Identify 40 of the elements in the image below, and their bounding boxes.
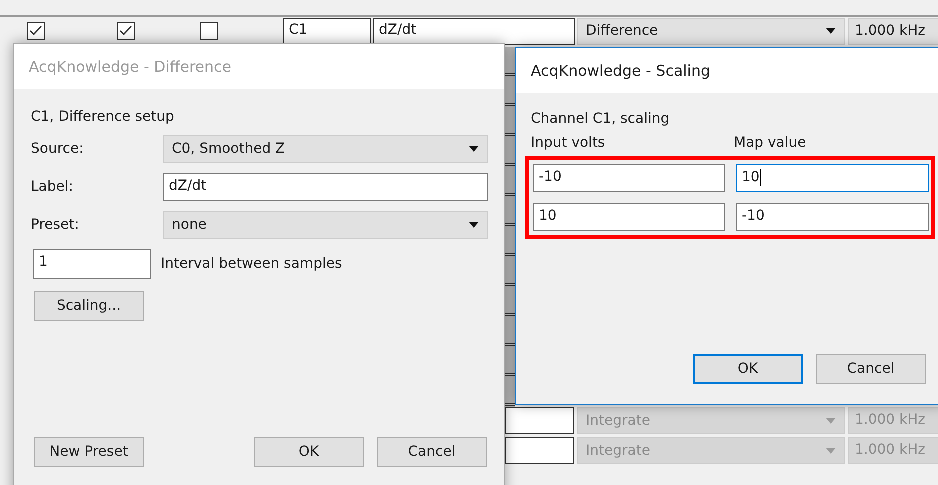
input-field[interactable]: -10 — [533, 164, 725, 192]
rate-cell: 1.000 kHz — [848, 18, 938, 44]
caret-icon — [469, 222, 479, 228]
dialog-button[interactable]: Cancel — [816, 354, 926, 384]
window-title: AcqKnowledge - Difference — [29, 58, 232, 76]
label-cell[interactable] — [505, 437, 574, 464]
caret-icon — [826, 28, 836, 34]
scaling-button[interactable]: Scaling... — [34, 291, 144, 321]
field-label: Label: — [31, 179, 74, 195]
rate-cell: 1.000 kHz — [848, 437, 938, 464]
input-field[interactable]: 1 — [33, 249, 151, 279]
field-label: Preset: — [31, 217, 80, 233]
caret-icon — [469, 146, 479, 152]
column-header: Input volts — [531, 135, 606, 151]
field-label: Source: — [31, 141, 85, 157]
label-cell[interactable]: dZ/dt — [373, 18, 575, 44]
caret-icon — [826, 448, 836, 454]
field-label: Interval between samples — [161, 256, 342, 272]
window-title: AcqKnowledge - Scaling — [531, 62, 710, 80]
checkbox[interactable] — [27, 22, 45, 40]
dropdown[interactable]: none — [163, 211, 488, 239]
input-field[interactable]: 10 — [533, 203, 725, 231]
column-header: Map value — [734, 135, 808, 151]
rate-cell: 1.000 kHz — [848, 407, 938, 434]
channel-cell[interactable]: C1 — [283, 18, 371, 44]
label-cell[interactable] — [505, 407, 574, 434]
dialog-button[interactable]: Cancel — [377, 437, 487, 467]
checkbox[interactable] — [117, 22, 135, 40]
dropdown[interactable]: C0, Smoothed Z — [163, 135, 488, 163]
checkbox[interactable] — [200, 22, 218, 40]
caret-icon — [826, 418, 836, 424]
dialog-heading: C1, Difference setup — [31, 109, 176, 125]
dialog-button[interactable]: OK — [254, 437, 364, 467]
input-field[interactable]: 10 — [736, 164, 929, 192]
function-dropdown[interactable]: Difference — [577, 18, 845, 44]
dialog-button[interactable]: New Preset — [34, 437, 144, 467]
input-field[interactable]: -10 — [736, 203, 929, 231]
dialog-heading: Channel C1, scaling — [531, 111, 671, 127]
input-field[interactable]: dZ/dt — [163, 173, 488, 201]
dialog-button[interactable]: OK — [693, 354, 803, 384]
